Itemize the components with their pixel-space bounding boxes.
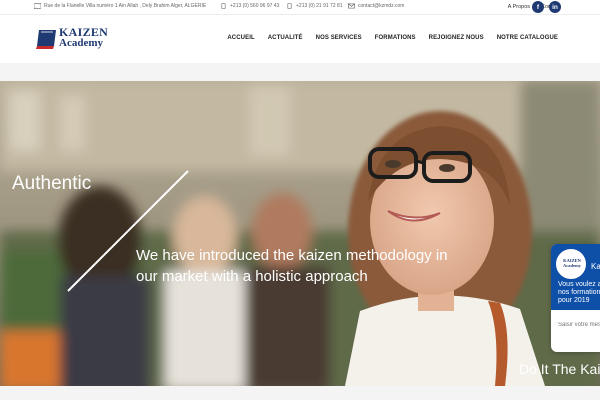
phone-info-2: +213 (0) 21 91 72 81	[286, 3, 343, 9]
chat-avatar-logo: KAIZEN Academy	[560, 258, 584, 268]
map-icon	[34, 3, 41, 9]
main-nav: ACCUEIL ACTUALITÉ NOS SERVICES FORMATION…	[227, 35, 558, 41]
linkedin-icon[interactable]: in	[549, 1, 561, 13]
logo-book-icon	[36, 30, 56, 49]
phone-info-1: +213 (0) 560 96 97 43	[220, 3, 279, 9]
hero-slider[interactable]: Authentic We have introduced the kaizen …	[0, 81, 600, 386]
nav-item-rejoignez[interactable]: REJOIGNEZ NOUS	[429, 35, 484, 41]
chat-message-line-2: nos formation	[558, 289, 600, 296]
nav-item-accueil[interactable]: ACCUEIL	[227, 35, 254, 41]
chat-widget[interactable]: KAIZEN Academy Ka Vous voulez a nos form…	[551, 244, 600, 352]
phone-icon	[287, 3, 292, 9]
chat-message-input[interactable]	[558, 322, 600, 328]
chat-message-line-1: Vous voulez a	[558, 281, 600, 288]
address-info: Rue de la Flanelle Villa numéro 1 Ain Al…	[34, 3, 206, 9]
nav-item-actualite[interactable]: ACTUALITÉ	[268, 35, 303, 41]
nav-item-catalogue[interactable]: NOTRE CATALOGUE	[497, 35, 558, 41]
about-link[interactable]: A Propos	[508, 4, 530, 10]
nav-item-formations[interactable]: FORMATIONS	[375, 35, 416, 41]
chat-message-line-3: pour 2019	[558, 297, 590, 304]
hero-tagline: Do It The Kai	[519, 361, 600, 377]
logo-text: KAIZEN Academy	[59, 26, 108, 49]
site-logo[interactable]: KAIZEN Academy	[34, 26, 124, 55]
hero-diagonal-line	[67, 170, 189, 292]
page: Rue de la Flanelle Villa numéro 1 Ain Al…	[0, 0, 600, 400]
site-header: KAIZEN Academy ACCUEIL ACTUALITÉ NOS SER…	[0, 15, 600, 63]
below-hero-strip	[0, 386, 600, 400]
mail-icon	[348, 3, 355, 9]
facebook-icon[interactable]: f	[532, 1, 544, 13]
hero-title: Authentic	[12, 173, 92, 194]
chat-agent-name: Ka	[591, 262, 600, 271]
logo-line-2: Academy	[59, 37, 103, 49]
email-text[interactable]: contact@kzmdz.com	[358, 3, 404, 9]
nav-item-services[interactable]: NOS SERVICES	[316, 35, 362, 41]
chat-header[interactable]: KAIZEN Academy Ka Vous voulez a nos form…	[551, 244, 600, 310]
chat-avatar-line-2: Academy	[563, 263, 581, 268]
facebook-glyph: f	[536, 3, 540, 11]
phone-2-text[interactable]: +213 (0) 21 91 72 81	[296, 3, 343, 9]
email-info: contact@kzmdz.com	[348, 3, 404, 9]
header-spacer	[0, 63, 600, 81]
phone-icon	[221, 3, 226, 9]
chat-avatar: KAIZEN Academy	[555, 248, 587, 280]
top-info-bar: Rue de la Flanelle Villa numéro 1 Ain Al…	[0, 0, 600, 15]
phone-1-text[interactable]: +213 (0) 560 96 97 43	[230, 3, 279, 9]
linkedin-glyph: in	[552, 3, 558, 11]
hero-description: We have introduced the kaizen methodolog…	[136, 247, 448, 285]
chat-message: Vous voulez a nos formation pour 2019	[558, 281, 600, 305]
address-text: Rue de la Flanelle Villa numéro 1 Ain Al…	[44, 3, 207, 9]
